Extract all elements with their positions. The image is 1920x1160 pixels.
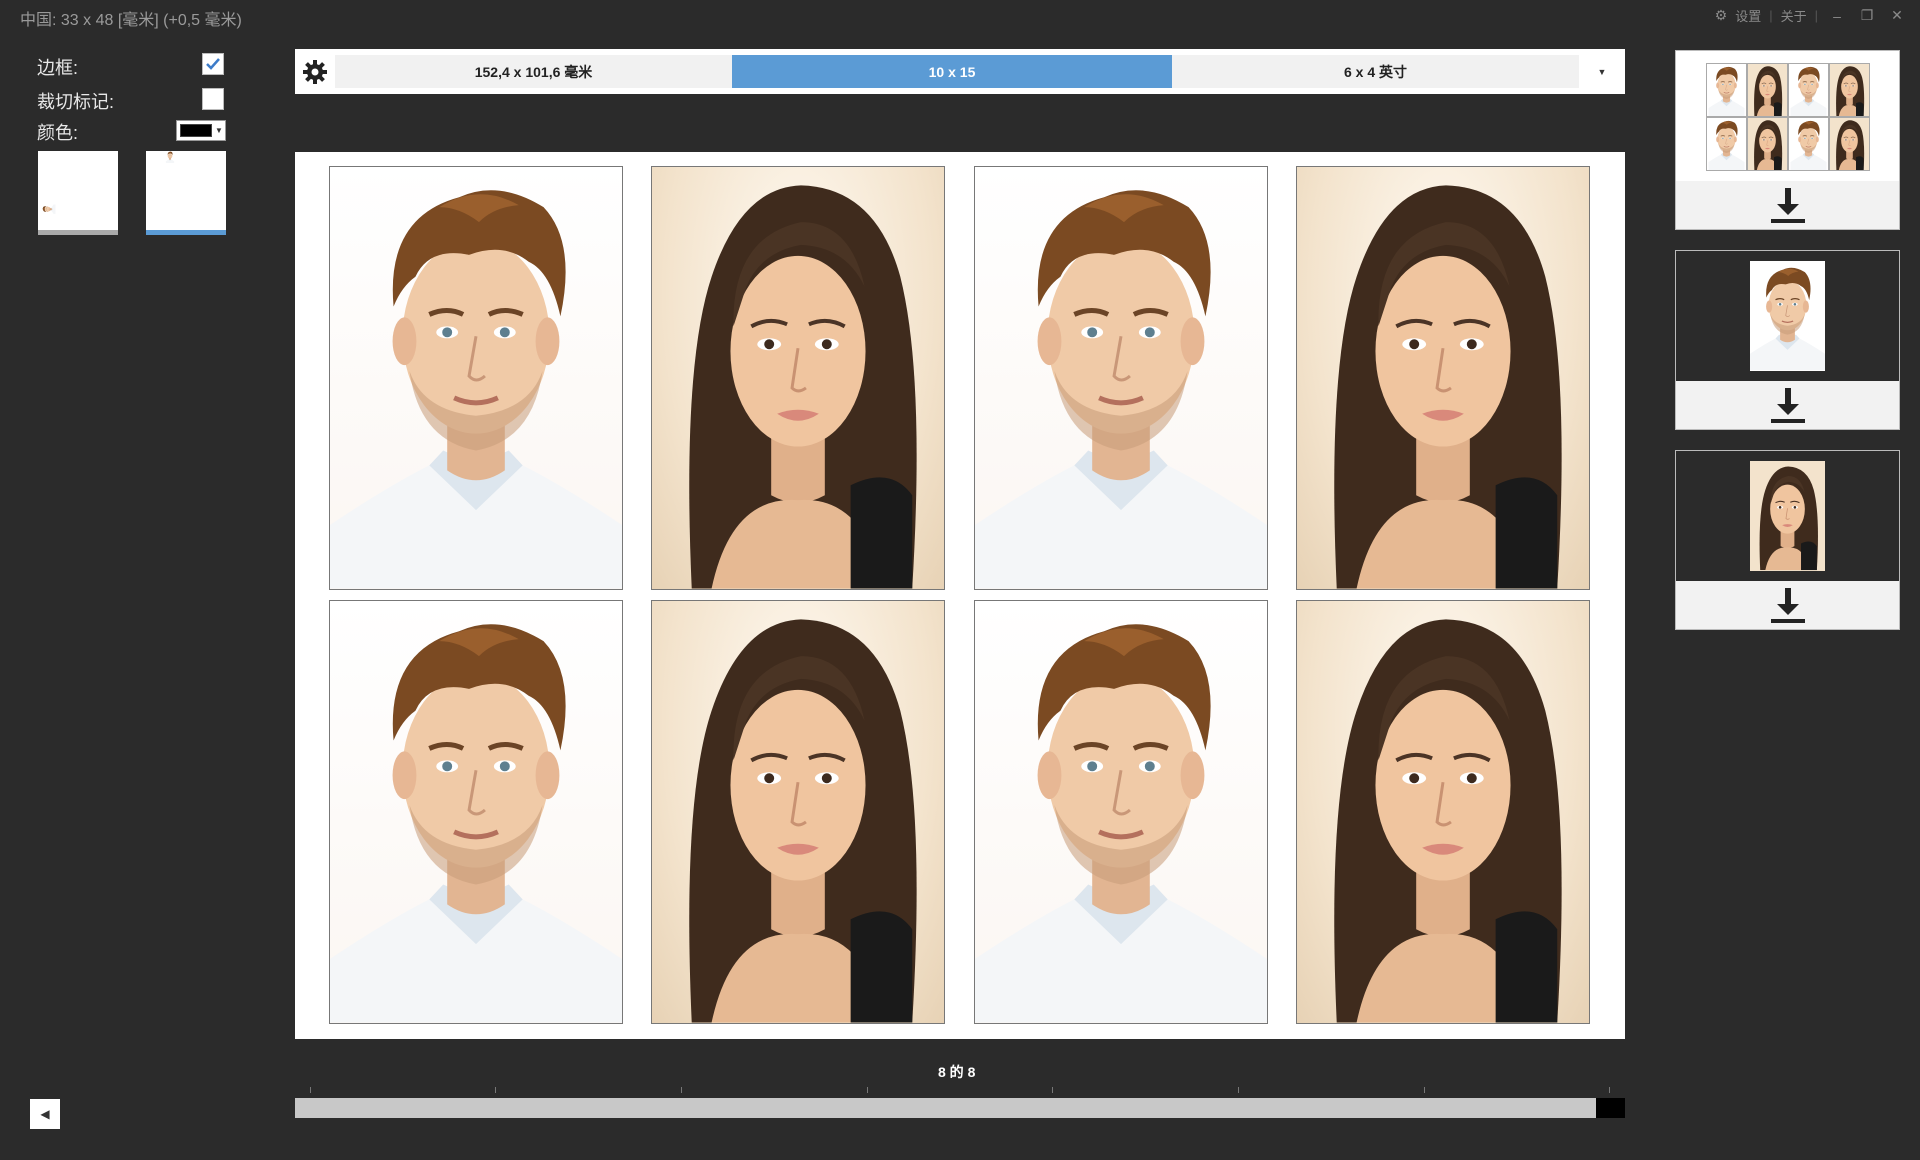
border-checkbox[interactable] [202, 53, 224, 75]
download-button[interactable] [1676, 381, 1899, 429]
border-label: 边框: [37, 58, 79, 78]
tick [495, 1087, 496, 1093]
passport-photo-female [1296, 600, 1590, 1024]
tick [1052, 1087, 1053, 1093]
format-selector: 152,4 x 101,6 毫米 10 x 15 6 x 4 英寸 ▼ [295, 49, 1625, 94]
tick [310, 1087, 311, 1093]
tick [1424, 1087, 1425, 1093]
orientation-portrait-button[interactable] [146, 151, 226, 235]
orientation-landscape-button[interactable] [38, 151, 118, 235]
export-preview [1676, 51, 1899, 181]
chevron-down-icon: ▼ [215, 126, 223, 135]
format-option-10x15[interactable]: 10 x 15 [732, 55, 1172, 88]
restore-button[interactable]: ❐ [1856, 7, 1878, 25]
format-option-inch[interactable]: 6 x 4 英寸 [1172, 55, 1579, 88]
print-preview-sheet [295, 152, 1625, 1039]
color-swatch [180, 124, 212, 137]
page-indicator: 8 的 8 [938, 1064, 976, 1080]
export-panel-male [1675, 250, 1900, 430]
gear-icon[interactable] [295, 49, 335, 94]
passport-photo-male [329, 166, 623, 590]
portrait-photo-icon [146, 151, 226, 231]
gear-icon[interactable]: ⚙ [1715, 7, 1728, 24]
chevron-down-icon[interactable]: ▼ [1579, 49, 1625, 94]
color-picker[interactable]: ▼ [176, 120, 226, 141]
page-slider[interactable] [295, 1098, 1625, 1118]
passport-photo-female [651, 166, 945, 590]
export-panel-sheet [1675, 50, 1900, 230]
selection-bar [146, 230, 226, 235]
download-icon [1770, 588, 1805, 623]
color-label: 颜色: [37, 123, 79, 143]
passport-photo-male [329, 600, 623, 1024]
passport-photo-male [974, 166, 1268, 590]
download-button[interactable] [1676, 581, 1899, 629]
close-button[interactable]: ✕ [1886, 7, 1908, 25]
export-preview [1676, 451, 1899, 581]
passport-photo-female [1296, 166, 1590, 590]
export-preview [1676, 251, 1899, 381]
export-panel-female [1675, 450, 1900, 630]
separator: | [1814, 8, 1818, 23]
page-slider-thumb[interactable] [1596, 1098, 1625, 1118]
download-icon [1770, 388, 1805, 423]
back-button[interactable]: ◀ [30, 1099, 60, 1129]
tick [681, 1087, 682, 1093]
checkmark-icon [206, 58, 220, 70]
crop-marks-checkbox[interactable] [202, 88, 224, 110]
format-option-mm[interactable]: 152,4 x 101,6 毫米 [335, 55, 732, 88]
triangle-left-icon: ◀ [40, 1107, 50, 1121]
tick [1238, 1087, 1239, 1093]
passport-photo-male [974, 600, 1268, 1024]
passport-photo-female [651, 600, 945, 1024]
about-link[interactable]: 关于 [1781, 6, 1807, 25]
download-icon [1770, 188, 1805, 223]
crop-marks-label: 裁切标记: [37, 92, 115, 112]
tick [867, 1087, 868, 1093]
download-button[interactable] [1676, 181, 1899, 229]
window-title: 中国: 33 x 48 [毫米] (+0,5 毫米) [20, 12, 242, 29]
tick [1609, 1087, 1610, 1093]
titlebar-controls: ⚙ 设置 | 关于 | – ❐ ✕ [1715, 6, 1908, 25]
minimize-button[interactable]: – [1826, 7, 1848, 25]
settings-link[interactable]: 设置 [1735, 6, 1761, 25]
slider-ticks [295, 1087, 1625, 1095]
landscape-portrait-icon [38, 151, 118, 231]
separator: | [1769, 8, 1773, 23]
selection-bar [38, 230, 118, 235]
